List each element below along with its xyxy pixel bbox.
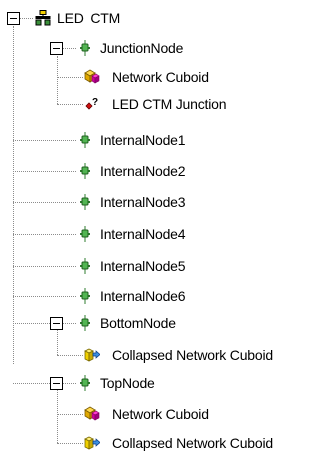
tree-connector: [62, 383, 76, 384]
tree-node-label: Network Cuboid: [112, 69, 209, 85]
tree-connector: [13, 296, 76, 297]
tree-connector: [57, 390, 58, 443]
node-icon: [77, 132, 93, 148]
collapse-toggle-root[interactable]: [7, 12, 20, 25]
node-icon: [77, 288, 93, 304]
tree-node-label: LED CTM: [57, 10, 121, 26]
tree-connector: [19, 18, 33, 19]
node-icon: [77, 163, 93, 179]
node-icon: [77, 258, 93, 274]
tree-node-label: InternalNode2: [100, 163, 186, 179]
tree-node-label: Collapsed Network Cuboid: [112, 347, 273, 363]
junction-question-icon: ?: [84, 96, 100, 112]
tree-node-label: InternalNode3: [100, 194, 186, 210]
svg-text:?: ?: [92, 97, 98, 108]
network-cuboid-icon: [84, 405, 100, 421]
tree-connector: [13, 140, 76, 141]
tree-connector: [57, 355, 83, 356]
network-cuboid-icon: [84, 68, 100, 84]
tree-connector: [57, 414, 83, 415]
tree-node-label: InternalNode4: [100, 226, 186, 242]
tree-connector: [13, 234, 76, 235]
tree-connector: [62, 48, 76, 49]
tree-node-label: TopNode: [100, 375, 155, 391]
node-icon: [77, 226, 93, 242]
assembly-icon: [35, 10, 51, 26]
collapse-toggle-top-node[interactable]: [50, 377, 63, 390]
tree-node-label: Collapsed Network Cuboid: [112, 435, 273, 451]
tree-connector: [13, 383, 50, 384]
tree-node-label: Network Cuboid: [112, 406, 209, 422]
tree-connector: [57, 104, 83, 105]
tree-node-label: BottomNode: [100, 315, 176, 331]
tree-node-label: InternalNode6: [100, 288, 186, 304]
collapse-toggle-junction-node[interactable]: [50, 42, 63, 55]
tree-connector: [57, 77, 83, 78]
tree-node-label: LED CTM Junction: [112, 96, 227, 112]
tree-connector: [13, 266, 76, 267]
tree-node-label: JunctionNode: [100, 40, 184, 56]
tree-connector: [57, 330, 58, 355]
node-icon: [77, 194, 93, 210]
node-icon: [77, 40, 93, 56]
tree-connector: [62, 323, 76, 324]
tree-connector: [57, 56, 58, 104]
collapsed-cuboid-icon: [84, 346, 100, 362]
collapse-toggle-bottom-node[interactable]: [50, 317, 63, 330]
tree-connector: [13, 171, 76, 172]
tree-connector: [13, 323, 50, 324]
tree-connector: [57, 443, 83, 444]
tree-node-label: InternalNode1: [100, 132, 186, 148]
model-tree: LED CTM JunctionNode Network Cuboid ? LE…: [0, 0, 326, 463]
node-icon: [77, 375, 93, 391]
tree-node-label: InternalNode5: [100, 258, 186, 274]
node-icon: [77, 315, 93, 331]
tree-connector: [13, 202, 76, 203]
collapsed-cuboid-icon: [84, 434, 100, 450]
tree-connector: [13, 26, 14, 364]
